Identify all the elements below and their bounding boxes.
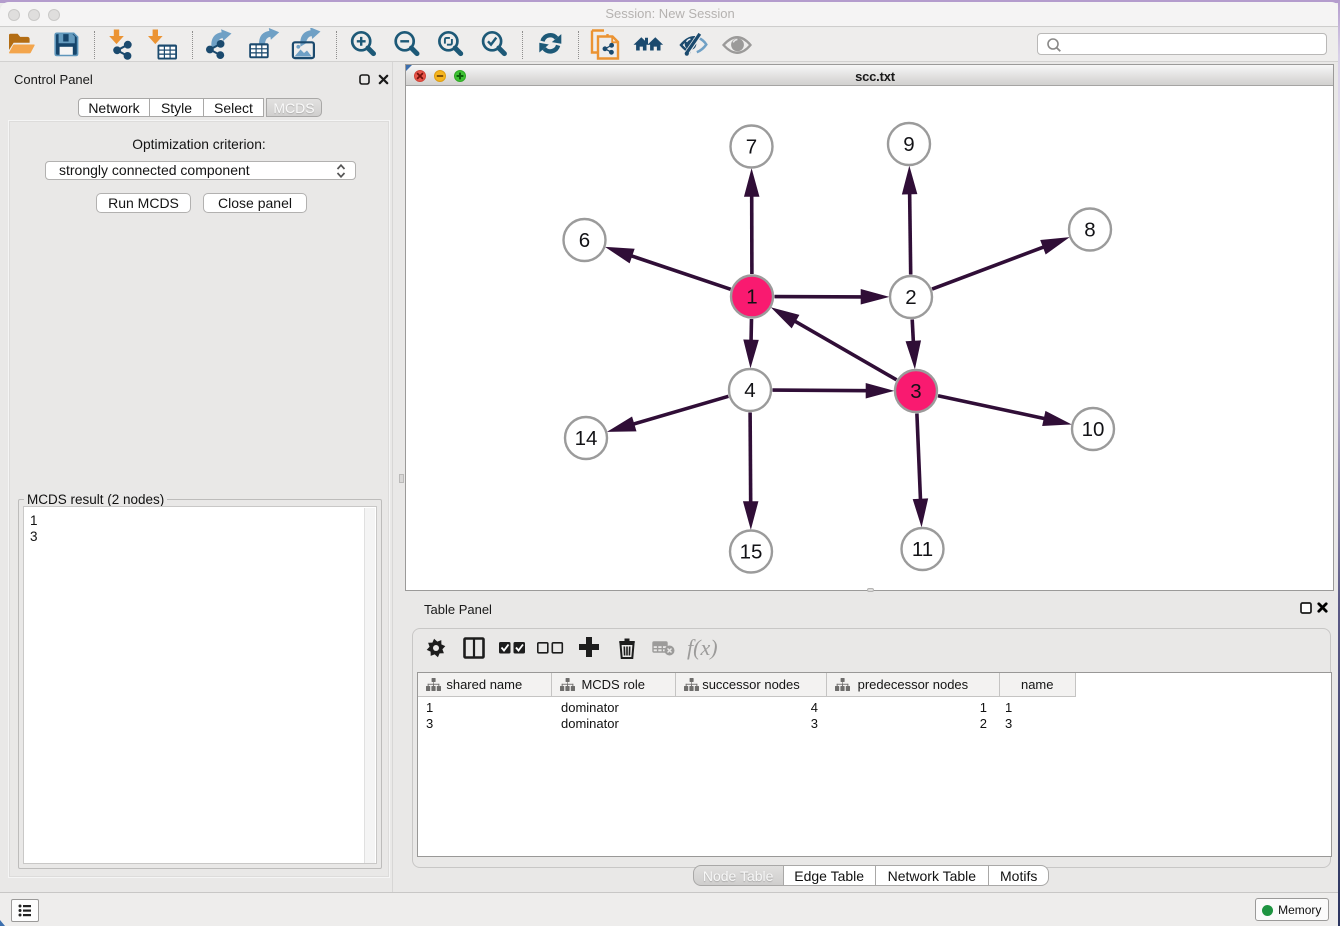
svg-text:7: 7	[746, 136, 757, 159]
svg-text:15: 15	[740, 541, 763, 564]
svg-text:1: 1	[746, 286, 757, 309]
svg-text:11: 11	[912, 538, 933, 561]
svg-text:f(x): f(x)	[687, 635, 718, 660]
svg-text:9: 9	[903, 133, 914, 156]
svg-text:10: 10	[1082, 418, 1105, 441]
svg-text:4: 4	[744, 379, 755, 402]
svg-text:14: 14	[575, 427, 598, 450]
svg-text:8: 8	[1084, 219, 1095, 242]
svg-text:2: 2	[905, 286, 916, 309]
svg-text:3: 3	[910, 380, 921, 403]
svg-text:6: 6	[579, 229, 590, 252]
